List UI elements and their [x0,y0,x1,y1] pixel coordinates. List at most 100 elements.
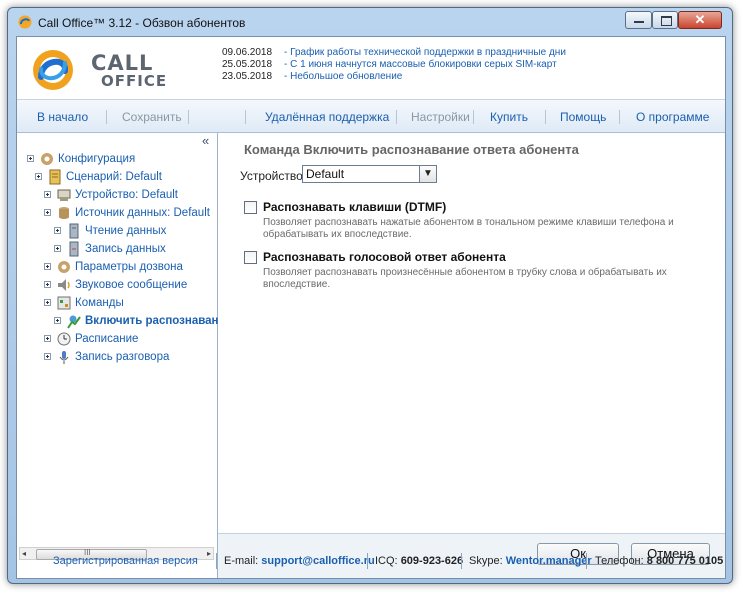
status-icq: ICQ: 609-923-626 [375,555,463,567]
voice-label[interactable]: Распознавать голосовой ответ абонента [263,250,506,264]
menu-remote-support[interactable]: Удалённая поддержка [265,110,389,124]
close-icon: ✕ [694,12,706,27]
gear-icon [41,153,53,165]
read-data-icon [69,223,79,239]
icq-value: 609-923-626 [400,555,464,567]
email-link[interactable]: support@calloffice.ru [261,555,374,567]
status-skype: Skype: Wentor.manager [469,555,592,567]
expand-icon[interactable] [44,353,51,360]
tree-item-label: Запись разговора [75,351,170,363]
title-bar: Call Office™ 3.12 - Обзвон абонентов ✕ [8,8,732,36]
window-title: Call Office™ 3.12 - Обзвон абонентов [38,16,246,30]
menu-separator [473,110,474,124]
close-button[interactable]: ✕ [678,11,722,29]
tree-item-label: Команды [75,297,124,309]
menu-separator [619,110,620,124]
dtmf-checkbox[interactable] [244,201,257,214]
phone-label: Телефон: [595,555,644,567]
app-window: Call Office™ 3.12 - Обзвон абонентов ✕ C… [7,7,733,584]
write-data-icon [69,241,79,257]
tree-item-label: Запись данных [85,243,166,255]
expand-icon[interactable] [54,245,61,252]
tree-item-label: Расписание [75,333,139,345]
expand-icon[interactable] [44,335,51,342]
status-phone: Телефон: 8 800 775 0105 [595,555,723,567]
tree-item-label: Устройство: Default [75,189,178,201]
menu-save[interactable]: Сохранить [122,110,182,124]
recognition-icon [67,315,81,329]
expand-icon[interactable] [44,281,51,288]
news-date: 25.05.2018 [222,59,273,70]
status-separator [216,553,217,569]
expand-icon[interactable] [54,227,61,234]
device-label: Устройство: [240,169,307,183]
maximize-button[interactable] [652,11,678,29]
command-title: Команда Включить распознавание ответа аб… [244,142,579,157]
menu-bar: В начало Сохранить Удалённая поддержка Н… [17,99,725,133]
news-item: 25.05.2018 - С 1 июня начнутся массовые б… [222,59,566,71]
database-icon [59,207,69,219]
device-select[interactable]: Default ▼ [302,165,437,183]
gear-icon [58,261,70,273]
menu-buy[interactable]: Купить [490,110,528,124]
menu-help[interactable]: Помощь [560,110,606,124]
content-panel: Команда Включить распознавание ответа аб… [218,133,725,533]
header: CALL OFFICE 09.06.2018 - График работы те… [17,37,725,99]
menu-separator [545,110,546,124]
client-area: CALL OFFICE 09.06.2018 - График работы те… [16,36,726,579]
menu-separator [188,110,189,124]
icq-label: ICQ: [375,555,398,567]
expand-icon[interactable] [44,209,51,216]
tree-item-label: Включить распознавание [85,315,232,327]
dtmf-label[interactable]: Распознавать клавиши (DTMF) [263,200,446,214]
expand-icon[interactable] [35,173,42,180]
news-date: 23.05.2018 [222,71,273,82]
news-link[interactable]: - Небольшое обновление [284,71,402,82]
minimize-icon [634,21,644,23]
menu-separator [245,110,246,124]
phone-value: 8 800 775 0105 [646,555,724,567]
collapse-panel-icon[interactable]: « [202,133,209,148]
voice-checkbox[interactable] [244,251,257,264]
status-separator [586,553,587,569]
skype-link[interactable]: Wentor.manager [506,555,592,567]
news-link[interactable]: - График работы технической поддержки в … [284,47,566,58]
status-email: E-mail: support@calloffice.ru [224,555,375,567]
news-link[interactable]: - С 1 июня начнутся массовые блокировки … [284,59,557,70]
menu-home[interactable]: В начало [37,110,88,124]
device-select-value: Default [306,167,345,181]
news-list: 09.06.2018 - График работы технической по… [222,47,566,83]
skype-label: Skype: [469,555,503,567]
maximize-icon [661,16,672,26]
clock-icon [57,332,71,346]
tree-item-label: Конфигурация [58,153,136,165]
minimize-button[interactable] [625,11,652,29]
chevron-down-icon[interactable]: ▼ [419,166,436,182]
voice-description: Позволяет распознавать произнесённые або… [263,267,667,290]
expand-icon[interactable] [44,263,51,270]
expand-icon[interactable] [44,299,51,306]
device-icon [57,189,71,201]
status-bar: Зарегистрированная версия E-mail: suppor… [15,550,724,572]
news-item: 23.05.2018 - Небольшое обновление [222,71,566,83]
scenario-book-icon [49,169,61,185]
menu-about[interactable]: О программе [636,110,709,124]
expand-icon[interactable] [54,317,61,324]
news-date: 09.06.2018 [222,47,273,58]
logo-text-office: OFFICE [101,72,168,90]
microphone-icon [59,351,69,364]
logo: CALL OFFICE [29,45,179,93]
status-separator [461,553,462,569]
tree-item-label: Чтение данных [85,225,167,237]
logo-emblem-icon [33,50,73,90]
status-separator [367,553,368,569]
news-item: 09.06.2018 - График работы технической по… [222,47,566,59]
tree-item-label: Сценарий: Default [66,171,162,183]
expand-icon[interactable] [27,155,34,162]
tree-item-label: Звуковое сообщение [75,279,188,291]
tree-panel: « Конфигурация Сценарий: Default Устройс… [17,133,232,578]
speaker-icon [58,279,70,291]
menu-settings[interactable]: Настройки [411,110,470,124]
commands-icon [57,296,71,310]
expand-icon[interactable] [44,191,51,198]
